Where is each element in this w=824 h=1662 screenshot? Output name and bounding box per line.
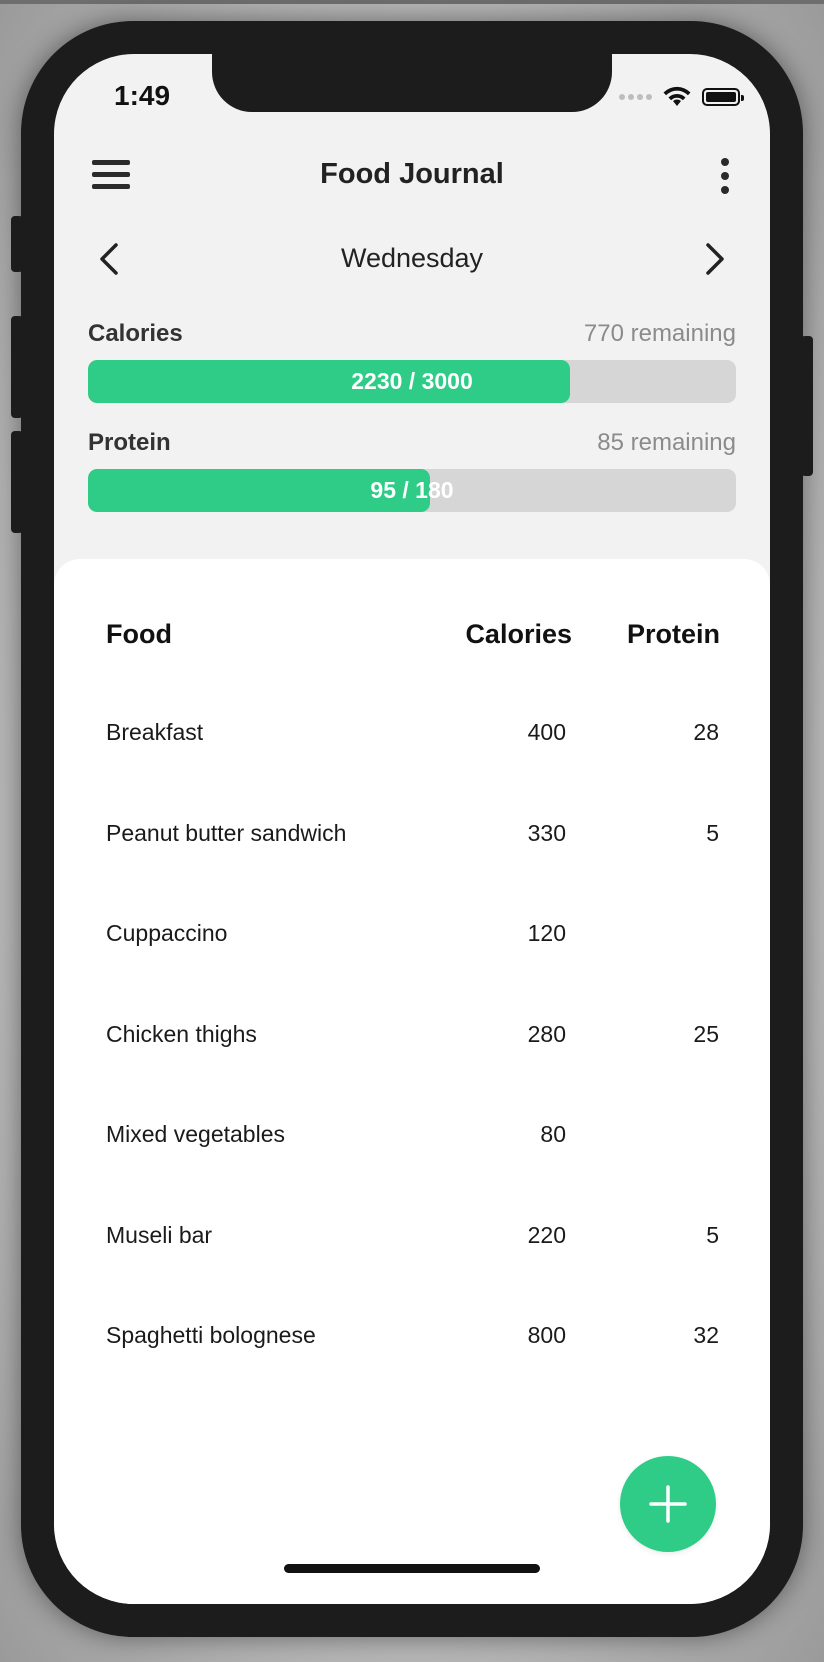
protein-metric: Protein 85 remaining 95 / 180 (88, 429, 736, 512)
table-header: Food Calories Protein (54, 619, 770, 659)
app-screen: 1:49 Food Journal Wednesday Calories 770… (54, 54, 770, 1604)
food-table-card: Food Calories Protein Breakfast 400 28 P… (54, 559, 770, 1604)
protein-cell: 32 (693, 1322, 719, 1348)
table-row[interactable]: Breakfast 400 28 (54, 709, 770, 810)
protein-progress-text: 95 / 180 (370, 477, 454, 503)
protein-cell: 28 (693, 719, 719, 745)
metric-name: Calories (88, 320, 183, 347)
food-cell: Museli bar (106, 1221, 213, 1248)
calories-cell: 400 (527, 719, 566, 745)
protein-progress-bar: 95 / 180 (88, 469, 736, 512)
calories-metric: Calories 770 remaining 2230 / 3000 (88, 320, 736, 403)
food-cell: Breakfast (106, 719, 204, 745)
table-row[interactable]: Chicken thighs 280 25 (54, 1011, 770, 1112)
column-header-calories: Calories (465, 619, 572, 649)
table-row[interactable]: Museli bar 220 5 (54, 1212, 770, 1313)
home-indicator (284, 1564, 540, 1573)
metric-name: Protein (88, 429, 171, 456)
food-cell: Spaghetti bolognese (106, 1322, 316, 1348)
status-time: 1:49 (114, 80, 171, 111)
protein-cell: 5 (706, 1221, 719, 1248)
metric-remaining: 770 remaining (583, 320, 736, 347)
food-cell: Mixed vegetables (106, 1121, 285, 1147)
food-cell: Peanut butter sandwich (106, 819, 347, 846)
top-edge (0, 0, 824, 4)
app-toolbar: Food Journal (54, 144, 770, 214)
calories-cell: 80 (540, 1121, 566, 1147)
plus-icon (649, 1485, 687, 1523)
mute-switch (11, 216, 23, 272)
signal-icon (619, 94, 652, 100)
calories-cell: 280 (527, 1020, 566, 1047)
power-button (801, 336, 813, 476)
protein-cell: 25 (693, 1020, 719, 1047)
calories-cell: 330 (527, 819, 566, 846)
table-row[interactable]: Peanut butter sandwich 330 5 (54, 810, 770, 911)
column-header-food: Food (106, 619, 172, 649)
chevron-right-icon[interactable] (698, 237, 732, 281)
calories-cell: 220 (527, 1221, 566, 1248)
protein-cell: 5 (706, 819, 719, 846)
page-title: Food Journal (320, 158, 504, 190)
table-row[interactable]: Cuppaccino 120 (54, 910, 770, 1011)
status-indicators (619, 84, 744, 110)
notch (212, 54, 612, 112)
day-navigator: Wednesday (54, 229, 770, 289)
food-cell: Cuppaccino (106, 920, 228, 946)
add-food-button[interactable] (620, 1456, 716, 1552)
calories-progress-text: 2230 / 3000 (351, 368, 473, 394)
more-vertical-icon[interactable] (718, 158, 732, 196)
metric-remaining: 85 remaining (597, 429, 736, 456)
calories-cell: 800 (527, 1322, 566, 1348)
volume-down-button (11, 431, 23, 533)
calories-cell: 120 (527, 920, 566, 946)
table-row[interactable]: Spaghetti bolognese 800 32 (54, 1312, 770, 1413)
battery-icon (702, 88, 744, 106)
calories-progress-bar: 2230 / 3000 (88, 360, 736, 403)
day-label: Wednesday (340, 243, 484, 273)
column-header-protein: Protein (626, 619, 720, 649)
table-row[interactable]: Mixed vegetables 80 (54, 1111, 770, 1212)
volume-up-button (11, 316, 23, 418)
table-body: Breakfast 400 28 Peanut butter sandwich … (54, 709, 770, 1413)
wifi-icon (663, 86, 691, 106)
food-cell: Chicken thighs (106, 1020, 257, 1047)
